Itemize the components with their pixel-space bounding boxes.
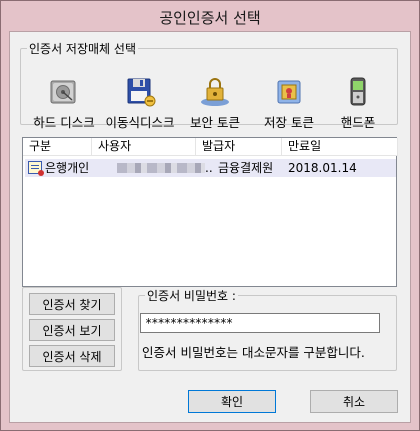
storage-media-legend: 인증서 저장매체 선택: [29, 42, 136, 56]
find-cert-button[interactable]: 인증서 찾기: [29, 293, 115, 315]
cancel-button[interactable]: 취소: [310, 390, 398, 413]
password-legend: 인증서 비밀번호 :: [147, 289, 236, 303]
cert-user-suffix: ..: [205, 161, 213, 175]
password-hint: 인증서 비밀번호는 대소문자를 구분합니다.: [142, 345, 365, 360]
window-title: 공인인증서 선택: [159, 9, 261, 27]
table-row[interactable]: 은행개인 .. 금융결제원 2018.01.14: [25, 159, 396, 177]
media-label: 이동식디스크: [105, 115, 175, 130]
password-input[interactable]: **************: [140, 313, 380, 333]
cert-expiry: 2018.01.14: [288, 161, 357, 175]
storage-media-group: 인증서 저장매체 선택 하드 디스크 이동식디스크 보안 토큰 저장 토큰 핸드…: [20, 40, 398, 130]
ok-button[interactable]: 확인: [188, 390, 276, 413]
delete-cert-button[interactable]: 인증서 삭제: [29, 345, 115, 367]
media-label: 보안 토큰: [190, 115, 240, 130]
removable-disk-icon: [123, 75, 157, 109]
cert-list-header: 구분 사용자 발급자 만료일: [23, 138, 398, 156]
column-header-expiry[interactable]: 만료일: [282, 138, 398, 156]
column-header-issuer[interactable]: 발급자: [196, 138, 282, 156]
media-label: 저장 토큰: [264, 115, 314, 130]
title-bar[interactable]: 공인인증서 선택: [1, 1, 419, 31]
cert-type: 은행개인: [45, 161, 90, 175]
column-header-user[interactable]: 사용자: [92, 138, 196, 156]
media-hard-disk[interactable]: 하드 디스크: [29, 75, 99, 131]
media-mobile-phone[interactable]: 핸드폰: [331, 75, 385, 131]
dialog-body: 인증서 저장매체 선택 하드 디스크 이동식디스크 보안 토큰 저장 토큰 핸드…: [9, 31, 411, 423]
storage-token-icon: [272, 75, 306, 109]
media-label: 하드 디스크: [33, 115, 95, 130]
media-label: 핸드폰: [340, 115, 376, 130]
column-header-type[interactable]: 구분: [23, 138, 92, 156]
security-token-icon: [198, 75, 232, 109]
mobile-phone-icon: [341, 75, 375, 109]
cert-issuer: 금융결제원: [218, 161, 274, 175]
media-removable-disk[interactable]: 이동식디스크: [101, 75, 179, 131]
certificate-icon: [28, 161, 44, 176]
media-storage-token[interactable]: 저장 토큰: [257, 75, 321, 131]
view-cert-button[interactable]: 인증서 보기: [29, 319, 115, 341]
masked-user-name: [117, 163, 205, 173]
certificate-list[interactable]: 구분 사용자 발급자 만료일 은행개인 .. 금융결제원 2018.01.14: [22, 137, 398, 287]
hard-disk-icon: [47, 75, 81, 109]
media-security-token[interactable]: 보안 토큰: [183, 75, 247, 131]
cert-actions-group: 인증서 찾기 인증서 보기 인증서 삭제: [22, 287, 122, 371]
cert-select-window: 공인인증서 선택 인증서 저장매체 선택 하드 디스크 이동식디스크 보안 토큰…: [0, 0, 420, 431]
